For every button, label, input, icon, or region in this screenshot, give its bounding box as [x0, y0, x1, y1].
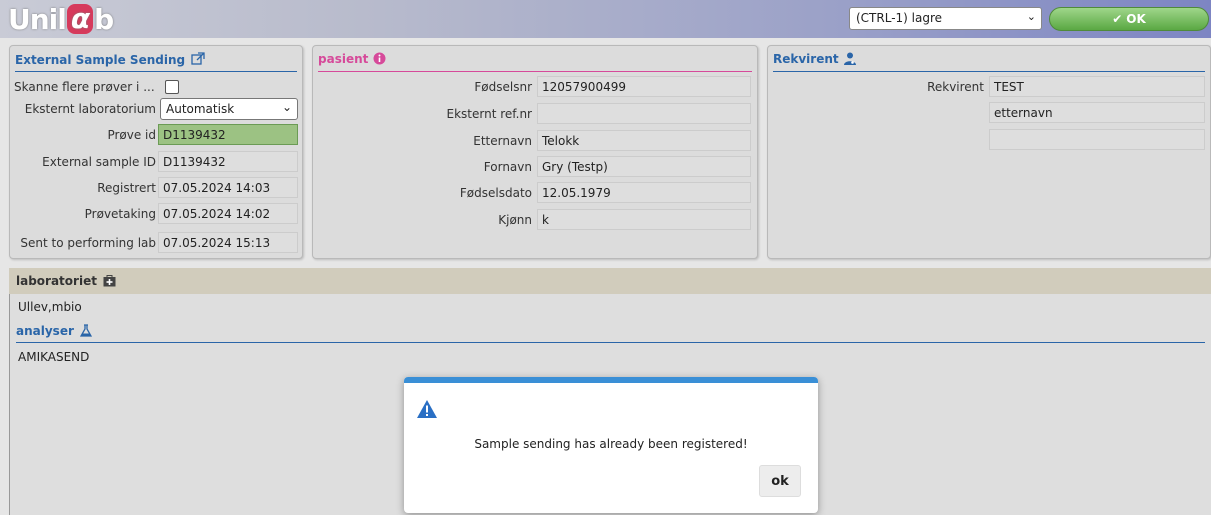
kjonn-value: k	[537, 209, 751, 230]
sent-to-lab-value: 07.05.2024 15:13	[158, 232, 298, 253]
prove-id-label: Prøve id	[107, 128, 156, 142]
hospital-icon	[103, 275, 116, 287]
patient-row: Fødselsnr 12057900499	[313, 76, 757, 98]
laboratory-value: Ullev,mbio	[18, 300, 82, 314]
scan-multiple-label: Skanne flere prøver i ...	[14, 80, 155, 94]
registrert-value: 07.05.2024 14:03	[158, 177, 298, 198]
fodselsdato-value: 12.05.1979	[537, 182, 751, 203]
prove-id-input[interactable]: D1139432	[158, 124, 298, 145]
etternavn-label: Etternavn	[473, 134, 532, 148]
rekvirent-row: etternavn	[768, 102, 1210, 124]
external-sample-title-text: External Sample Sending	[15, 53, 186, 67]
external-ref-value	[537, 103, 751, 124]
fornavn-value: Gry (Testp)	[537, 156, 751, 177]
provetaking-label: Prøvetaking	[84, 207, 156, 221]
fodselsnr-value: 12057900499	[537, 76, 751, 97]
rekvirent-panel: Rekvirent Rekvirent TEST etternavn	[767, 45, 1211, 259]
info-icon	[373, 52, 386, 65]
fodselsdato-label: Fødselsdato	[459, 186, 532, 200]
external-lab-label: Eksternt laboratorium	[24, 102, 156, 116]
app-logo: Unil α b	[8, 2, 114, 36]
scan-multiple-checkbox[interactable]	[165, 80, 179, 94]
flask-icon	[79, 324, 93, 337]
rekvirent-extra-value	[989, 129, 1205, 150]
provetaking-value: 07.05.2024 14:02	[158, 203, 298, 224]
top-bar: Unil α b (CTRL-1) lagre ⌄ ✔ OK	[0, 0, 1211, 38]
doctor-icon	[843, 52, 856, 65]
ok-button-label: OK	[1126, 12, 1146, 26]
ok-button[interactable]: ✔ OK	[1049, 7, 1209, 31]
rekvirent-etternavn-value: etternavn	[989, 102, 1205, 123]
patient-title-text: pasient	[318, 52, 369, 66]
field-row-prove-id: Prøve id D1139432	[10, 124, 302, 146]
external-lab-select[interactable]: Automatisk ⌄	[160, 98, 298, 120]
kjonn-label: Kjønn	[498, 213, 532, 227]
field-row-sent-to-lab: Sent to performing lab 07.05.2024 15:13	[10, 232, 302, 254]
external-sample-title: External Sample Sending	[15, 52, 205, 67]
patient-panel: pasient Fødselsnr 12057900499 Eksternt r…	[312, 45, 758, 259]
logo-alpha: α	[66, 4, 94, 34]
analyses-title-text: analyser	[16, 324, 74, 338]
external-sample-panel: External Sample Sending Skanne flere prø…	[9, 45, 303, 259]
dialog-message: Sample sending has already been register…	[474, 437, 748, 451]
registrert-label: Registrert	[97, 181, 156, 195]
dialog-ok-button[interactable]: ok	[759, 465, 801, 497]
rekvirent-label: Rekvirent	[927, 80, 984, 94]
field-row-registrert: Registrert 07.05.2024 14:03	[10, 177, 302, 199]
patient-row: Fornavn Gry (Testp)	[313, 156, 757, 178]
analyses-divider	[16, 342, 1205, 343]
etternavn-value: Telokk	[537, 130, 751, 151]
patient-row: Kjønn k	[313, 209, 757, 231]
laboratory-header: laboratoriet	[9, 268, 1211, 294]
fornavn-label: Fornavn	[483, 160, 532, 174]
warning-icon	[417, 400, 437, 418]
external-sample-id-value: D1139432	[158, 151, 298, 172]
checkmark-icon: ✔	[1112, 12, 1123, 26]
panel-title-divider	[773, 71, 1205, 72]
field-row-external-lab: Eksternt laboratorium Automatisk ⌄	[10, 98, 302, 120]
action-select-value: (CTRL-1) lagre	[856, 11, 943, 25]
rekvirent-row: Rekvirent TEST	[768, 76, 1210, 98]
action-select[interactable]: (CTRL-1) lagre ⌄	[849, 7, 1042, 30]
external-sample-id-label: External sample ID	[42, 155, 156, 169]
logo-text-left: Unil	[8, 2, 67, 36]
sent-to-lab-label: Sent to performing lab	[20, 236, 156, 250]
rekvirent-title-text: Rekvirent	[773, 52, 839, 66]
rekvirent-title: Rekvirent	[773, 52, 857, 66]
analysis-item: AMIKASEND	[18, 350, 90, 364]
fodselsnr-label: Fødselsnr	[474, 80, 532, 94]
external-ref-label: Eksternt ref.nr	[446, 107, 532, 121]
analyses-title: analyser	[16, 324, 93, 338]
field-row-external-sample-id: External sample ID D1139432	[10, 151, 302, 173]
external-link-icon	[191, 52, 205, 65]
patient-title: pasient	[318, 52, 386, 66]
patient-row: Fødselsdato 12.05.1979	[313, 182, 757, 204]
chevron-down-icon: ⌄	[1026, 10, 1036, 23]
panel-title-divider	[15, 71, 297, 72]
chevron-down-icon: ⌄	[281, 100, 292, 114]
panel-title-divider	[318, 71, 752, 72]
field-row-provetaking: Prøvetaking 07.05.2024 14:02	[10, 203, 302, 225]
patient-row: Eksternt ref.nr	[313, 103, 757, 125]
rekvirent-row	[768, 129, 1210, 151]
dialog-top-bar	[404, 377, 818, 383]
laboratory-title: laboratoriet	[16, 274, 97, 288]
patient-row: Etternavn Telokk	[313, 130, 757, 152]
alert-dialog: Sample sending has already been register…	[404, 377, 818, 513]
external-lab-select-value: Automatisk	[166, 102, 235, 116]
rekvirent-value: TEST	[989, 76, 1205, 97]
field-row-scan-multiple: Skanne flere prøver i ...	[10, 76, 302, 98]
logo-text-right: b	[94, 2, 114, 36]
